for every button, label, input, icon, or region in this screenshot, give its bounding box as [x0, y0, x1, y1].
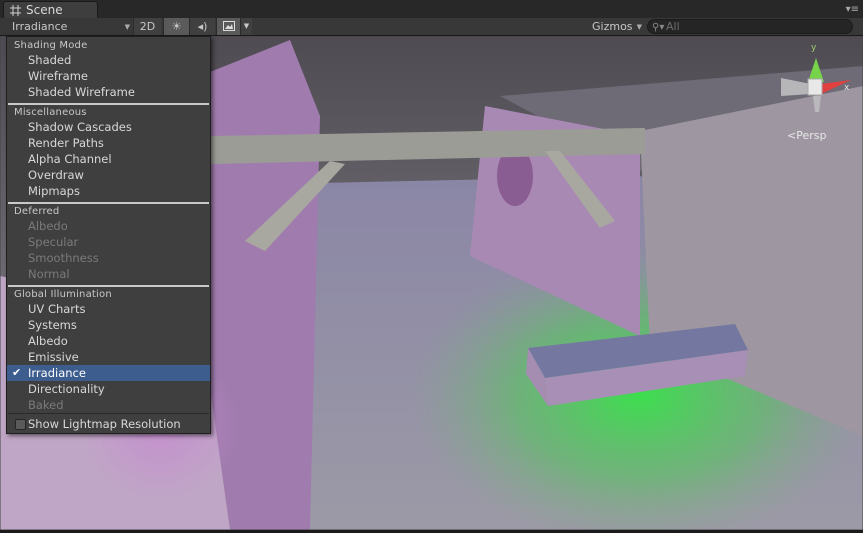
- menu-item-overdraw[interactable]: Overdraw: [7, 167, 210, 183]
- menu-separator: [8, 103, 209, 105]
- menu-item-smoothness: Smoothness: [28, 251, 99, 265]
- scene-tab-label: Scene: [26, 3, 63, 17]
- chevron-down-icon: ▼: [636, 23, 642, 31]
- menu-item-wireframe[interactable]: Wireframe: [7, 68, 210, 84]
- menu-header-miscellaneous: Miscellaneous: [14, 107, 87, 118]
- orientation-gizmo[interactable]: y x: [775, 42, 855, 112]
- checkmark-icon: ✔: [12, 366, 22, 379]
- gizmos-label: Gizmos: [592, 20, 633, 33]
- menu-header-shading-mode: Shading Mode: [14, 40, 88, 51]
- menu-item-specular: Specular: [28, 235, 79, 249]
- tab-bar: Scene ▾≡: [0, 0, 863, 18]
- menu-item-normal: Normal: [28, 267, 70, 281]
- menu-item-shaded-wireframe[interactable]: Shaded Wireframe: [7, 84, 210, 100]
- effects-dropdown-button[interactable]: ▼: [240, 18, 252, 35]
- menu-item-alpha-channel[interactable]: Alpha Channel: [7, 151, 210, 167]
- 2d-toggle-button[interactable]: 2D: [133, 18, 161, 35]
- audio-toggle-button[interactable]: ◂): [189, 18, 215, 35]
- menu-item-irradiance[interactable]: ✔ Irradiance: [7, 365, 210, 381]
- window-menu-icon[interactable]: ▾≡: [846, 4, 859, 15]
- gizmos-dropdown[interactable]: Gizmos ▼: [588, 19, 646, 35]
- menu-item-shadow-cascades[interactable]: Shadow Cascades: [7, 119, 210, 135]
- grid-icon: [10, 5, 21, 16]
- menu-item-deferred-albedo: Albedo: [28, 219, 68, 233]
- menu-header-deferred: Deferred: [14, 206, 60, 217]
- speaker-icon: ◂): [197, 20, 208, 33]
- menu-separator: [8, 285, 209, 287]
- gizmo-y-label: y: [811, 43, 817, 53]
- image-icon: [222, 21, 235, 31]
- menu-separator: [8, 413, 209, 414]
- back-arrow-icon: <: [787, 129, 797, 142]
- gizmo-x-label: x: [844, 83, 850, 93]
- search-icon: ⚲▾: [652, 22, 665, 33]
- menu-item-directionality[interactable]: Directionality: [7, 381, 210, 397]
- chevron-down-icon: ▼: [243, 22, 250, 30]
- draw-mode-menu: Shading Mode Shaded Wireframe Shaded Wir…: [6, 36, 211, 434]
- show-lightmap-resolution-label[interactable]: Show Lightmap Resolution: [7, 416, 210, 432]
- search-placeholder: All: [666, 20, 680, 33]
- menu-item-systems[interactable]: Systems: [7, 317, 210, 333]
- 2d-label: 2D: [139, 20, 156, 33]
- effects-toggle-button[interactable]: [216, 18, 240, 35]
- draw-mode-value: Irradiance: [12, 20, 68, 33]
- projection-label: Persp: [796, 129, 827, 142]
- menu-item-render-paths[interactable]: Render Paths: [7, 135, 210, 151]
- sun-icon: ☀: [171, 20, 182, 33]
- scene-toolbar: Irradiance ▼ 2D ☀ ◂) ▼ Gizmos ▼ ⚲▾ All: [0, 18, 863, 36]
- menu-item-shaded[interactable]: Shaded: [7, 52, 210, 68]
- draw-mode-dropdown[interactable]: Irradiance ▼: [4, 19, 134, 35]
- projection-toggle[interactable]: <Persp: [787, 129, 826, 142]
- menu-item-uv-charts[interactable]: UV Charts: [7, 301, 210, 317]
- search-input[interactable]: ⚲▾ All: [647, 19, 853, 34]
- chevron-down-icon: ▼: [124, 23, 130, 31]
- menu-header-global-illumination: Global Illumination: [14, 289, 112, 300]
- menu-separator: [8, 202, 209, 204]
- menu-item-gi-albedo[interactable]: Albedo: [7, 333, 210, 349]
- menu-item-mipmaps[interactable]: Mipmaps: [7, 183, 210, 199]
- menu-item-irradiance-label: Irradiance: [28, 366, 86, 380]
- lighting-toggle-button[interactable]: ☀: [163, 18, 189, 35]
- scene-tab[interactable]: Scene: [3, 1, 98, 18]
- menu-item-emissive[interactable]: Emissive: [7, 349, 210, 365]
- menu-item-baked: Baked: [28, 398, 64, 412]
